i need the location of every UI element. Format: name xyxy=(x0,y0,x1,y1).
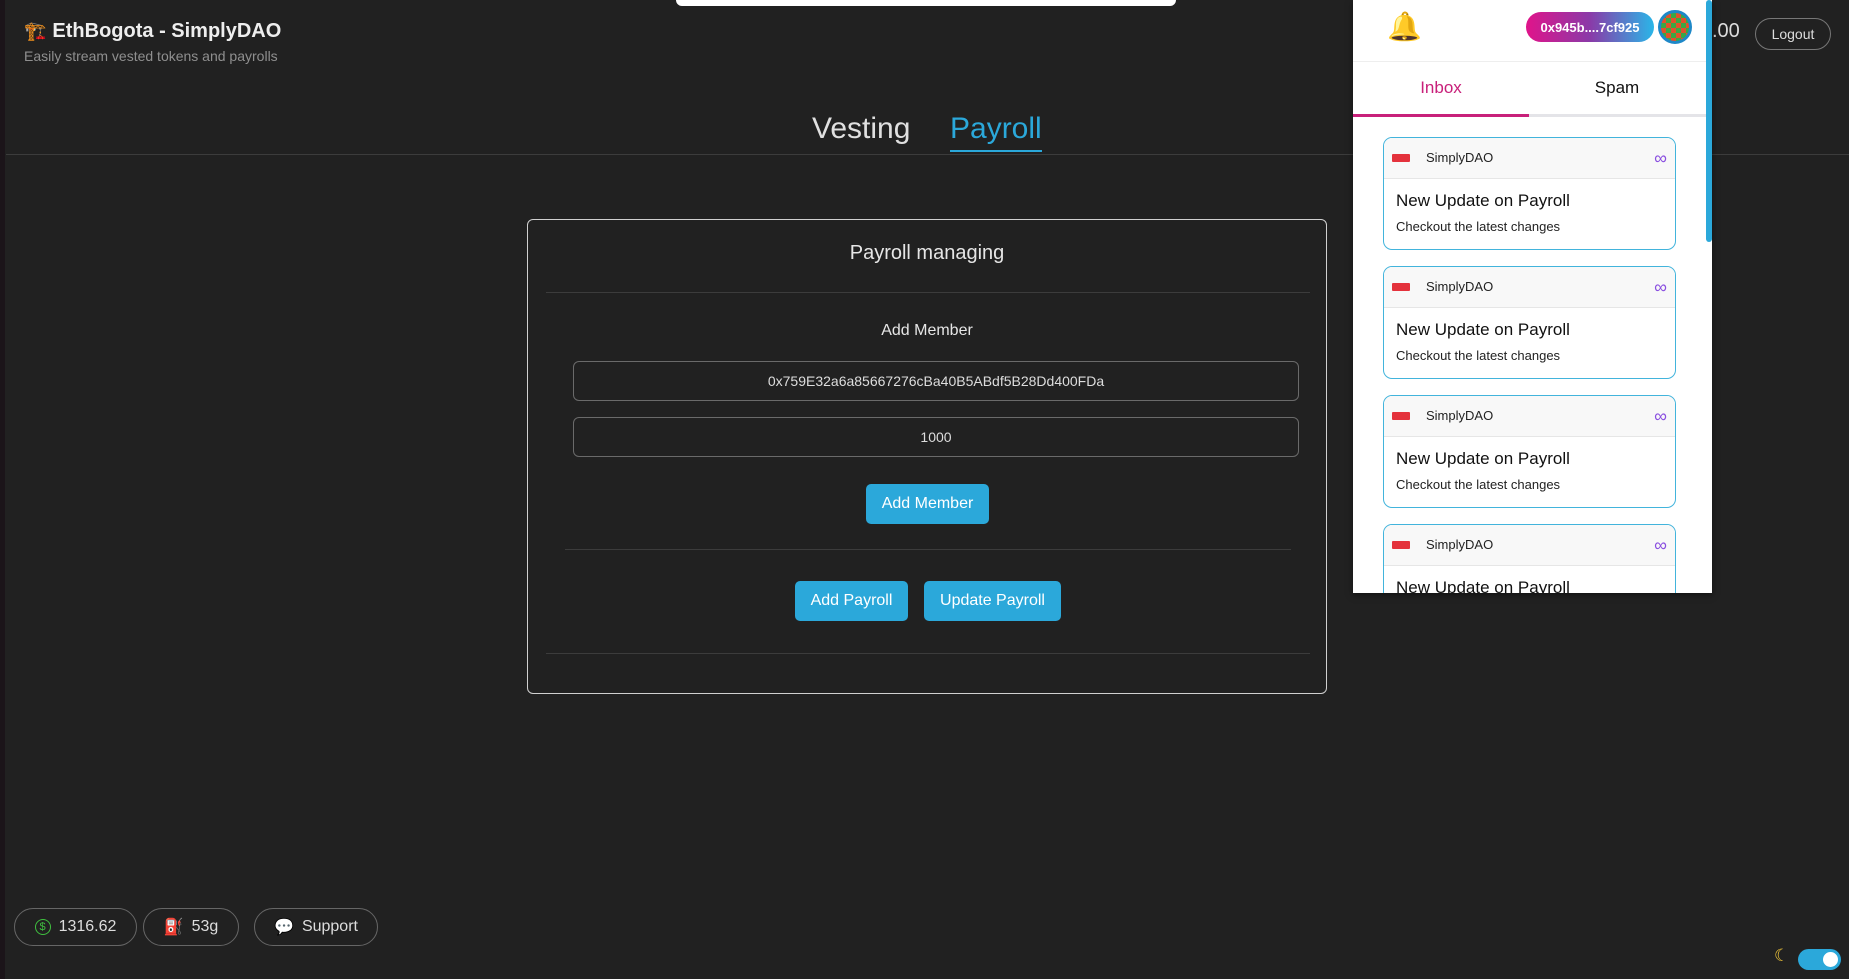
notification-app: SimplyDAO xyxy=(1426,537,1494,552)
toggle-knob xyxy=(1823,952,1838,967)
crane-icon: 🏗️ xyxy=(24,21,47,41)
dollar-icon: $ xyxy=(34,919,51,935)
tab-vesting[interactable]: Vesting xyxy=(812,112,910,146)
notification-app: SimplyDAO xyxy=(1426,408,1494,423)
card-title: Payroll managing xyxy=(849,242,1005,264)
tab-inbox[interactable]: Inbox xyxy=(1353,78,1529,98)
logout-button[interactable]: Logout xyxy=(1755,18,1831,50)
support-button[interactable]: 💬 Support xyxy=(254,908,378,946)
fuel-pump-icon: ⛽ xyxy=(163,919,184,936)
member-address-input[interactable] xyxy=(573,361,1299,401)
app-subtitle: Easily stream vested tokens and payrolls xyxy=(24,48,278,64)
app-title: 🏗️ EthBogota - SimplyDAO xyxy=(24,20,281,43)
polygon-chain-icon: ∞ xyxy=(1654,406,1667,426)
app-title-text: EthBogota - SimplyDAO xyxy=(52,20,282,42)
app-logo-icon xyxy=(1392,541,1410,549)
divider xyxy=(546,653,1310,654)
wallet-address-pill[interactable]: 0x945b....7cf925 xyxy=(1526,12,1654,42)
notification-app: SimplyDAO xyxy=(1426,279,1494,294)
popup-edge xyxy=(676,0,1176,6)
add-member-button[interactable]: Add Member xyxy=(866,484,989,524)
support-label: Support xyxy=(301,918,358,935)
notification-title: New Update on Payroll xyxy=(1396,320,1570,339)
gas-value: 53g xyxy=(191,918,219,935)
tab-spam[interactable]: Spam xyxy=(1529,78,1705,98)
add-member-heading: Add Member xyxy=(881,322,973,339)
speech-bubble-icon: 💬 xyxy=(274,919,294,936)
window-edge xyxy=(0,0,5,979)
notification-header: SimplyDAO ∞ xyxy=(1384,525,1675,566)
avatar[interactable] xyxy=(1658,10,1692,44)
divider xyxy=(565,549,1291,550)
notification-title: New Update on Payroll xyxy=(1396,578,1570,593)
notification-header: SimplyDAO ∞ xyxy=(1384,138,1675,179)
notification-card[interactable]: SimplyDAO ∞ New Update on Payroll Checko… xyxy=(1383,524,1676,593)
gas-chip[interactable]: ⛽ 53g xyxy=(143,908,239,946)
notification-card[interactable]: SimplyDAO ∞ New Update on Payroll Checko… xyxy=(1383,395,1676,508)
scrollbar[interactable] xyxy=(1706,0,1712,242)
notification-title: New Update on Payroll xyxy=(1396,449,1570,468)
member-amount-input[interactable] xyxy=(573,417,1299,457)
polygon-chain-icon: ∞ xyxy=(1654,535,1667,555)
balance-chip[interactable]: $1316.62 xyxy=(14,908,137,946)
balance-value: 1316.62 xyxy=(58,918,117,935)
app-logo-icon xyxy=(1392,412,1410,420)
balance-partial: .00 xyxy=(1712,20,1740,42)
notification-body: Checkout the latest changes xyxy=(1396,219,1561,234)
notification-panel: 🔔 0x945b....7cf925 Inbox Spam SimplyDAO … xyxy=(1353,0,1712,593)
notification-body: Checkout the latest changes xyxy=(1396,348,1561,363)
tab-payroll[interactable]: Payroll xyxy=(950,112,1042,152)
app-logo-icon xyxy=(1392,154,1410,162)
moon-icon: ☾ xyxy=(1774,946,1790,965)
update-payroll-button[interactable]: Update Payroll xyxy=(924,581,1061,621)
payroll-card: Payroll managing Add Member Add Member A… xyxy=(527,219,1327,694)
notification-card[interactable]: SimplyDAO ∞ New Update on Payroll Checko… xyxy=(1383,266,1676,379)
notification-title: New Update on Payroll xyxy=(1396,191,1570,210)
dark-mode-toggle[interactable] xyxy=(1798,949,1841,970)
notification-header: SimplyDAO ∞ xyxy=(1384,396,1675,437)
notification-app: SimplyDAO xyxy=(1426,150,1494,165)
add-payroll-button[interactable]: Add Payroll xyxy=(795,581,908,621)
bell-icon[interactable]: 🔔 xyxy=(1387,10,1422,43)
polygon-chain-icon: ∞ xyxy=(1654,148,1667,168)
divider xyxy=(1353,61,1712,62)
tab-indicator xyxy=(1353,114,1529,117)
app-logo-icon xyxy=(1392,283,1410,291)
divider xyxy=(546,292,1310,293)
notification-card[interactable]: SimplyDAO ∞ New Update on Payroll Checko… xyxy=(1383,137,1676,250)
notification-body: Checkout the latest changes xyxy=(1396,477,1561,492)
notification-header: SimplyDAO ∞ xyxy=(1384,267,1675,308)
polygon-chain-icon: ∞ xyxy=(1654,277,1667,297)
